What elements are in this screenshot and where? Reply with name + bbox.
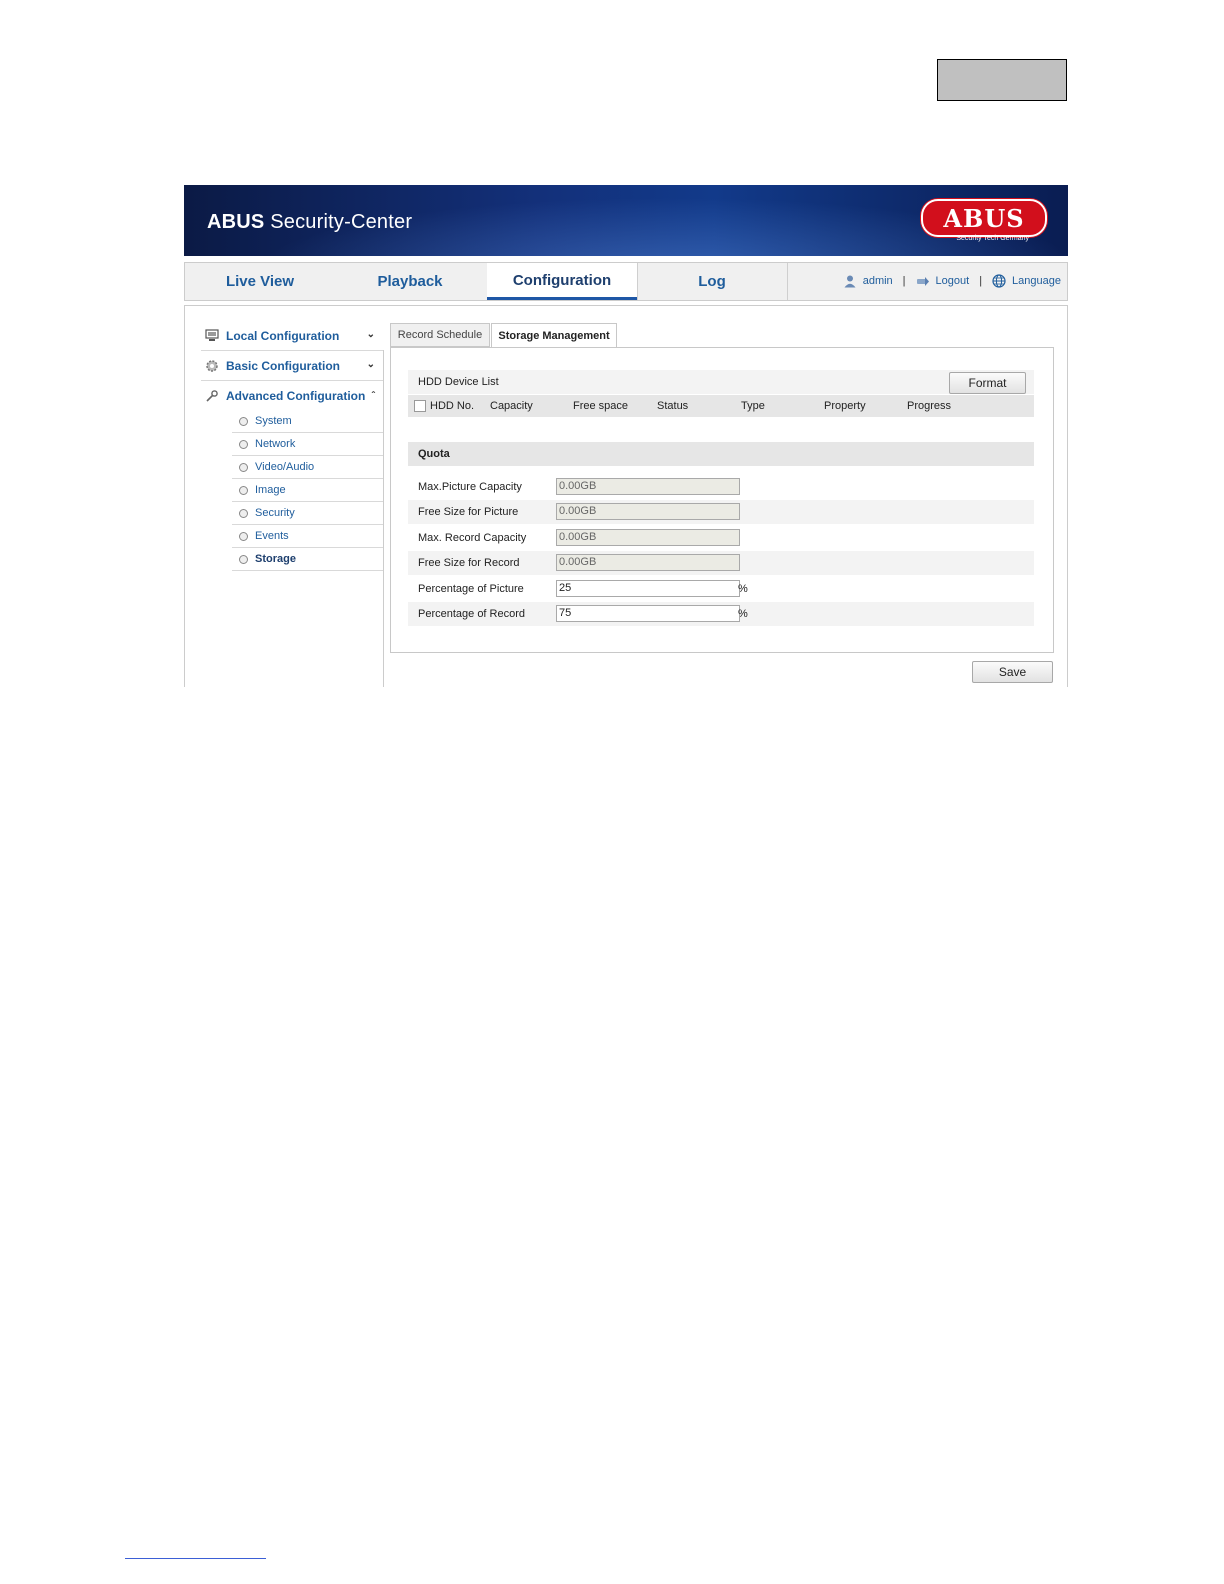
sidebar-section-label: Advanced Configuration xyxy=(226,388,366,403)
bullet-icon xyxy=(239,439,248,449)
percent-unit: % xyxy=(738,608,748,620)
header-banner: ABUS Security-Center ABUS Security Tech … xyxy=(184,185,1068,256)
sidebar-item-label: Image xyxy=(255,484,286,496)
abus-web-ui-screenshot: ABUS Security-Center ABUS Security Tech … xyxy=(184,185,1068,687)
wrench-icon xyxy=(204,389,220,403)
user-icon xyxy=(844,275,856,288)
sidebar-item-label: Network xyxy=(255,438,296,450)
sidebar-item-label: Security xyxy=(255,507,295,519)
field-label: Percentage of Record xyxy=(418,608,526,620)
content-frame: Local Configuration ⌄ Basic Configuratio… xyxy=(184,305,1068,687)
bullet-icon xyxy=(239,416,248,426)
percentage-picture-input[interactable]: 25 xyxy=(556,580,740,597)
bullet-icon xyxy=(239,508,248,518)
bullet-icon xyxy=(239,554,248,564)
col-type: Type xyxy=(741,400,765,412)
bullet-icon xyxy=(239,531,248,541)
sidebar-item-label: System xyxy=(255,415,292,427)
quota-header: Quota xyxy=(408,442,1034,466)
field-label: Free Size for Picture xyxy=(418,506,519,518)
username-link[interactable]: admin xyxy=(863,275,893,287)
select-all-checkbox[interactable] xyxy=(414,400,426,412)
bullet-icon xyxy=(239,485,248,495)
tab-live-view[interactable]: Live View xyxy=(185,263,335,300)
logout-icon xyxy=(916,277,929,286)
sidebar-basic-configuration[interactable]: Basic Configuration ⌄ xyxy=(201,351,383,381)
max-record-capacity-field: 0.00GB xyxy=(556,529,740,546)
percentage-record-input[interactable]: 75 xyxy=(556,605,740,622)
separator: | xyxy=(979,275,983,287)
quota-row-max-picture-capacity: Max.Picture Capacity 0.00GB xyxy=(408,475,1034,499)
free-size-picture-field: 0.00GB xyxy=(556,503,740,520)
sidebar-divider xyxy=(383,350,384,687)
chevron-up-icon: ˆ xyxy=(371,391,375,402)
quota-row-percentage-picture: Percentage of Picture 25 % xyxy=(408,577,1034,601)
sidebar-item-label: Video/Audio xyxy=(255,461,315,473)
sidebar-item-label: Events xyxy=(255,530,289,542)
free-size-record-field: 0.00GB xyxy=(556,554,740,571)
tab-playback[interactable]: Playback xyxy=(335,263,485,300)
storage-panel: HDD Device List Format HDD No. Capacity … xyxy=(390,347,1054,653)
sidebar-item-system[interactable]: System xyxy=(232,410,383,433)
sidebar-item-image[interactable]: Image xyxy=(232,479,383,502)
quota-row-percentage-record: Percentage of Record 75 % xyxy=(408,602,1034,626)
tab-log[interactable]: Log xyxy=(637,263,787,300)
hdd-device-list-title: HDD Device List xyxy=(418,376,499,388)
save-button[interactable]: Save xyxy=(972,661,1053,683)
monitor-icon xyxy=(204,329,220,342)
tab-divider xyxy=(787,263,788,300)
col-hdd-no: HDD No. xyxy=(430,400,475,412)
quota-row-free-size-record: Free Size for Record 0.00GB xyxy=(408,551,1034,575)
user-bar: admin | Logout | Language xyxy=(843,274,1061,288)
quota-title: Quota xyxy=(418,448,450,460)
sidebar: Local Configuration ⌄ Basic Configuratio… xyxy=(201,321,383,571)
brand-title: ABUS Security-Center xyxy=(207,211,413,233)
chevron-down-icon: ⌄ xyxy=(366,359,375,370)
abus-logo: ABUS xyxy=(921,199,1047,237)
sidebar-section-label: Basic Configuration xyxy=(226,358,341,373)
sidebar-item-video-audio[interactable]: Video/Audio xyxy=(232,456,383,479)
tab-configuration[interactable]: Configuration xyxy=(487,263,637,300)
logo-tagline: Security Tech Germany xyxy=(956,235,1029,242)
field-label: Free Size for Record xyxy=(418,557,520,569)
col-status: Status xyxy=(657,400,689,412)
percent-unit: % xyxy=(738,583,748,595)
field-label: Percentage of Picture xyxy=(418,583,524,595)
sidebar-advanced-configuration[interactable]: Advanced Configuration ˆ xyxy=(201,381,383,410)
field-label: Max. Record Capacity xyxy=(418,532,527,544)
sidebar-local-configuration[interactable]: Local Configuration ⌄ xyxy=(201,321,383,351)
col-property: Property xyxy=(824,400,866,412)
globe-icon xyxy=(992,274,1006,288)
quota-row-max-record-capacity: Max. Record Capacity 0.00GB xyxy=(408,526,1034,550)
bullet-icon xyxy=(239,462,248,472)
sidebar-section-label: Local Configuration xyxy=(226,328,340,343)
hdd-table-header: HDD No. Capacity Free space Status Type … xyxy=(408,395,1034,417)
page-marker-box xyxy=(937,59,1067,101)
footer-link-underline xyxy=(125,1558,266,1559)
logout-link[interactable]: Logout xyxy=(936,275,970,287)
sidebar-item-storage[interactable]: Storage xyxy=(232,548,383,571)
sidebar-item-security[interactable]: Security xyxy=(232,502,383,525)
col-capacity: Capacity xyxy=(490,400,533,412)
main-nav: Live View Playback Configuration Log adm… xyxy=(184,262,1068,301)
language-link[interactable]: Language xyxy=(1012,275,1061,287)
tab-storage-management[interactable]: Storage Management xyxy=(491,323,617,348)
col-free-space: Free space xyxy=(573,400,629,412)
chevron-down-icon: ⌄ xyxy=(366,329,375,340)
col-progress: Progress xyxy=(907,400,952,412)
sidebar-item-events[interactable]: Events xyxy=(232,525,383,548)
separator: | xyxy=(902,275,906,287)
quota-row-free-size-picture: Free Size for Picture 0.00GB xyxy=(408,500,1034,524)
max-picture-capacity-field: 0.00GB xyxy=(556,478,740,495)
sidebar-item-label: Storage xyxy=(255,553,296,565)
hdd-device-list-header: HDD Device List xyxy=(408,370,1034,394)
sidebar-item-network[interactable]: Network xyxy=(232,433,383,456)
field-label: Max.Picture Capacity xyxy=(418,481,522,493)
tab-record-schedule[interactable]: Record Schedule xyxy=(390,323,490,347)
gear-icon xyxy=(204,359,220,373)
format-button[interactable]: Format xyxy=(949,372,1026,394)
